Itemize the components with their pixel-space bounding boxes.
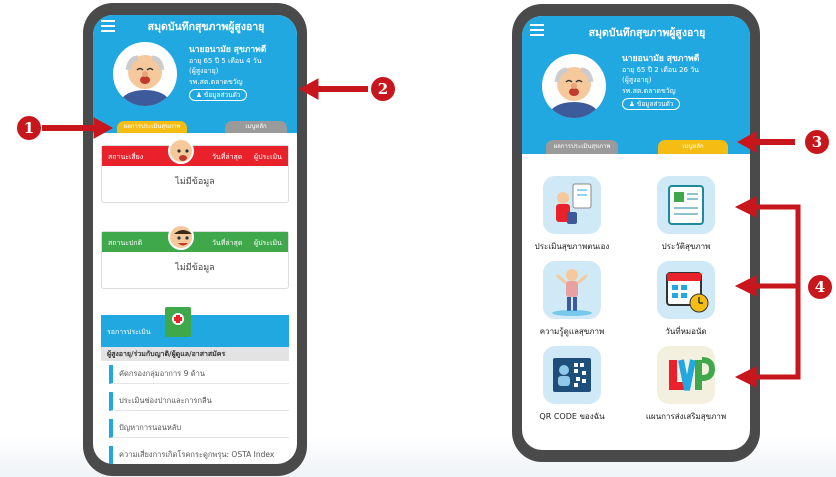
user-icon: ♟: [196, 91, 202, 99]
menu-label: วันที่หมอนัด: [665, 327, 707, 336]
normal-status-label: สถานะปกติ: [108, 239, 143, 247]
phone-frame-left: สมุดบันทึกสุขภาพผู้สูงอายุ นายอนามัย สุข…: [83, 3, 307, 476]
profile-group: (ผู้สูงอายุ): [189, 67, 219, 75]
phone-frame-right: สมุดบันทึกสุขภาพผู้สูงอายุ นายอนามัย สุข…: [512, 4, 760, 462]
tab-main-menu[interactable]: เมนูหลัก: [225, 121, 287, 133]
assessment-list: คัดกรองกลุ่มอาการ 9 ด้าน ประเมินช่องปากแ…: [109, 365, 289, 464]
lvp-plan-icon: [657, 346, 715, 404]
normal-status-card: สถานะปกติ วันที่ล่าสุด ผู้ประเมิน ไม่มีข…: [101, 224, 289, 289]
app-title: สมุดบันทึกสุขภาพผู้สูงอายุ: [147, 21, 265, 33]
callout-badge-3: 3: [805, 130, 829, 154]
risk-assessor-label: ผู้ประเมิน: [254, 153, 282, 161]
assessment-group-label: ผู้สูงอายุ/ร่วมกับญาติ/ผู้ดูแล/อาสาสมัคร: [101, 347, 289, 361]
hamburger-menu-icon[interactable]: [101, 20, 115, 35]
hamburger-menu-icon[interactable]: [530, 24, 544, 39]
menu-label: QR CODE ของฉัน: [539, 412, 605, 421]
appointment-calendar-icon: [657, 261, 715, 319]
sad-face-icon: [168, 138, 194, 164]
pending-assessment-header: รอการประเมิน: [101, 307, 289, 347]
menu-appointment[interactable]: วันที่หมอนัด: [636, 261, 736, 338]
risk-status-card: สถานะเสี่ยง วันที่ล่าสุด ผู้ประเมิน ไม่ม…: [101, 138, 289, 203]
personal-info-button[interactable]: ♟ ข้อมูลส่วนตัว: [622, 98, 681, 110]
health-history-icon: [657, 176, 715, 234]
tab-health-results[interactable]: ผลการประเมินสุขภาพ: [546, 140, 618, 154]
phone-screen-left: สมุดบันทึกสุขภาพผู้สูงอายุ นายอนามัย สุข…: [93, 15, 297, 464]
health-knowledge-icon: [543, 261, 601, 319]
app-header: สมุดบันทึกสุขภาพผู้สูงอายุ นายอนามัย สุข…: [93, 15, 297, 133]
qr-code-icon: [543, 346, 601, 404]
elderly-avatar: [542, 54, 606, 118]
risk-latest-label: วันที่ล่าสุด: [212, 153, 243, 161]
menu-label: ประวัติสุขภาพ: [661, 242, 711, 251]
normal-assessor-label: ผู้ประเมิน: [254, 239, 282, 247]
menu-self-assessment[interactable]: ประเมินสุขภาพตนเอง: [522, 176, 622, 253]
menu-health-knowledge[interactable]: ความรู้ดูแลสุขภาพ: [522, 261, 622, 338]
profile-info: นายอนามัย สุขภาพดี อายุ 65 ปี 2 เดือน 26…: [622, 54, 699, 110]
personal-info-label: ข้อมูลส่วนตัว: [203, 91, 241, 99]
happy-face-icon: [168, 224, 194, 250]
profile-hospital: รพ.สต.ตลาดขวัญ: [622, 86, 676, 95]
profile-age: อายุ 65 ปี 5 เดือน 4 วัน: [189, 56, 262, 65]
app-header: สมุดบันทึกสุขภาพผู้สูงอายุ นายอนามัย สุข…: [522, 16, 750, 154]
personal-info-button[interactable]: ♟ ข้อมูลส่วนตัว: [189, 89, 248, 101]
user-icon: ♟: [629, 100, 635, 108]
phone-screen-right: สมุดบันทึกสุขภาพผู้สูงอายุ นายอนามัย สุข…: [522, 16, 750, 450]
risk-card-body: ไม่มีข้อมูล: [175, 177, 215, 187]
profile-name: นายอนามัย สุขภาพดี: [189, 45, 267, 55]
profile-info: นายอนามัย สุขภาพดี อายุ 65 ปี 5 เดือน 4 …: [189, 45, 266, 101]
menu-qr-code[interactable]: QR CODE ของฉัน: [522, 346, 622, 423]
menu-health-promotion-plan[interactable]: แผนการส่งเสริมสุขภาพ: [636, 346, 736, 423]
risk-card-header: สถานะเสี่ยง วันที่ล่าสุด ผู้ประเมิน: [102, 138, 288, 166]
menu-label: ประเมินสุขภาพตนเอง: [534, 242, 610, 251]
menu-health-history[interactable]: ประวัติสุขภาพ: [636, 176, 736, 253]
tab-main-menu[interactable]: เมนูหลัก: [658, 140, 728, 154]
menu-label: แผนการส่งเสริมสุขภาพ: [645, 412, 727, 421]
elderly-avatar: [113, 42, 177, 106]
menu-label: ความรู้ดูแลสุขภาพ: [539, 327, 605, 336]
self-assessment-icon: [543, 176, 601, 234]
assessment-item[interactable]: ปัญหาการนอนหลับ: [109, 419, 289, 438]
pending-assessment-label: รอการประเมิน: [107, 328, 151, 336]
risk-status-label: สถานะเสี่ยง: [108, 153, 144, 161]
callout-badge-2: 2: [371, 77, 395, 101]
profile-hospital: รพ.สต.ตลาดขวัญ: [189, 77, 243, 86]
profile-age: อายุ 65 ปี 2 เดือน 26 วัน: [622, 65, 699, 74]
normal-latest-label: วันที่ล่าสุด: [212, 239, 243, 247]
personal-info-label: ข้อมูลส่วนตัว: [636, 100, 674, 108]
tab-health-results[interactable]: ผลการประเมินสุขภาพ: [117, 121, 187, 133]
assessment-item[interactable]: ประเมินช่องปากและการกลืน: [109, 392, 289, 411]
normal-card-header: สถานะปกติ วันที่ล่าสุด ผู้ประเมิน: [102, 224, 288, 252]
assessment-item[interactable]: ความเสี่ยงการเกิดโรคกระดูกพรุน: OSTA Ind…: [109, 446, 289, 464]
profile-name: นายอนามัย สุขภาพดี: [622, 54, 700, 64]
profile-group: (ผู้สูงอายุ): [622, 76, 652, 84]
callout-badge-4: 4: [808, 275, 832, 299]
medical-book-icon: [165, 307, 191, 337]
callout-badge-1: 1: [17, 116, 41, 140]
normal-card-body: ไม่มีข้อมูล: [175, 263, 215, 273]
app-title: สมุดบันทึกสุขภาพผู้สูงอายุ: [588, 27, 706, 39]
assessment-item[interactable]: คัดกรองกลุ่มอาการ 9 ด้าน: [109, 365, 289, 384]
